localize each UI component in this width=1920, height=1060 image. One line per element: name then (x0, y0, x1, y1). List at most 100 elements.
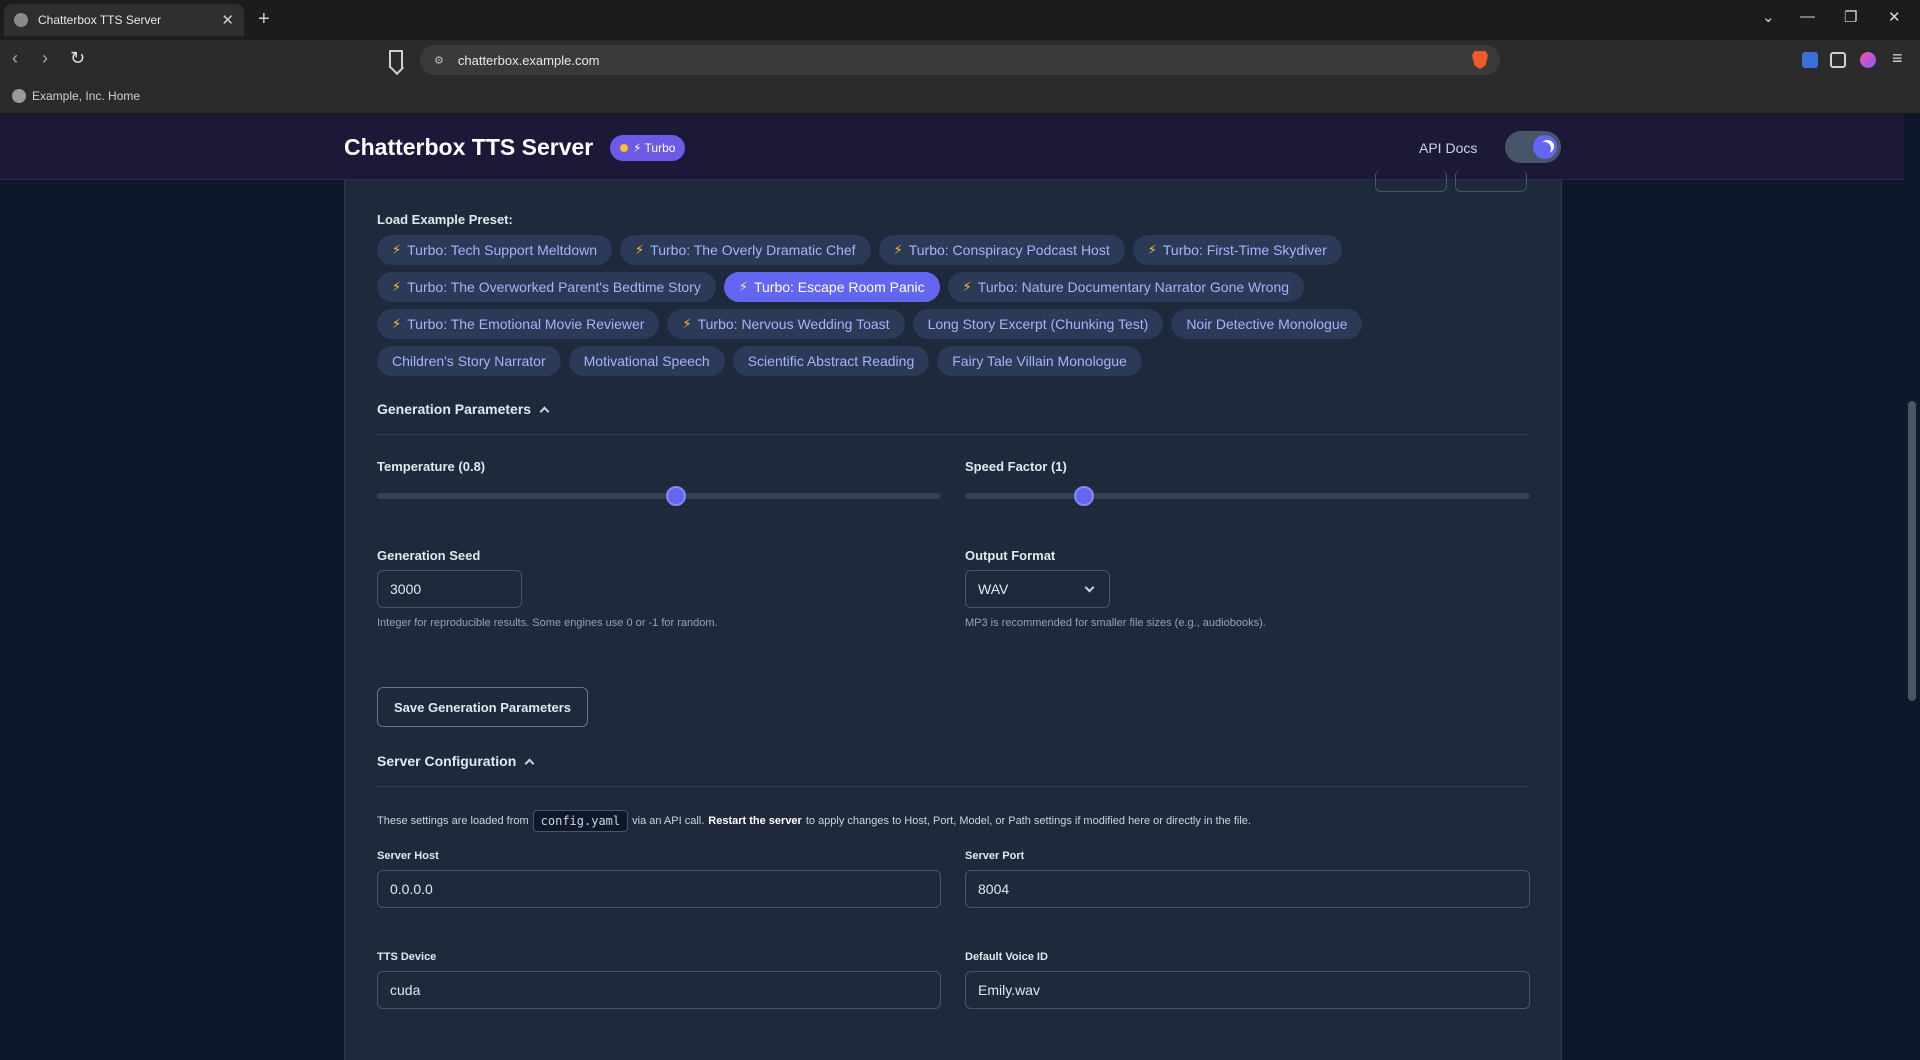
tab-title: Chatterbox TTS Server (38, 13, 162, 27)
preset-label: Fairy Tale Villain Monologue (952, 353, 1127, 369)
extension-shield-icon[interactable] (1802, 52, 1818, 68)
back-icon[interactable]: ‹ (12, 48, 18, 69)
temperature-slider[interactable] (377, 486, 941, 506)
config-note: These settings are loaded from config.ya… (377, 810, 1251, 832)
brave-shields-icon[interactable] (1472, 51, 1488, 69)
preset-button[interactable]: ⚡ Turbo: Nervous Wedding Toast (667, 309, 905, 339)
minimize-icon[interactable]: — (1800, 8, 1815, 25)
divider (377, 434, 1530, 435)
seed-input[interactable]: 3000 (377, 570, 522, 608)
site-settings-icon[interactable]: ⚙ (434, 54, 444, 67)
preset-label: Children's Story Narrator (392, 353, 546, 369)
preset-button[interactable]: ⚡ Turbo: Conspiracy Podcast Host (878, 235, 1125, 265)
reload-icon[interactable]: ↻ (70, 48, 85, 69)
seed-label: Generation Seed (377, 548, 481, 563)
turbo-badge: ⚡ Turbo (610, 135, 686, 161)
preset-button[interactable]: ⚡ Turbo: The Overly Dramatic Chef (620, 235, 871, 265)
browser-tab[interactable]: Chatterbox TTS Server ✕ (4, 4, 244, 36)
restore-icon[interactable]: ❐ (1844, 8, 1857, 26)
config-note-suffix: to apply changes to Host, Port, Model, o… (805, 815, 1251, 827)
window-close-icon[interactable]: ✕ (1888, 8, 1901, 26)
tab-search-icon[interactable]: ⌄ (1762, 8, 1775, 26)
preset-label: Turbo: Tech Support Meltdown (407, 242, 598, 258)
default-voice-label: Default Voice ID (965, 951, 1048, 963)
address-bar[interactable]: ⚙ chatterbox.example.com (420, 45, 1500, 75)
generation-section-title: Generation Parameters (377, 401, 532, 417)
speed-factor-slider[interactable] (965, 486, 1530, 506)
lightning-icon: ⚡ (1147, 242, 1157, 257)
temperature-slider-thumb[interactable] (665, 486, 686, 506)
preset-label: Turbo: Conspiracy Podcast Host (908, 242, 1110, 258)
page-scrollbar[interactable] (1904, 114, 1920, 1040)
config-file-name: config.yaml (532, 810, 629, 832)
preset-row: ⚡ Turbo: The Emotional Movie Reviewer ⚡ Tur… (377, 309, 1363, 339)
chevron-up-icon (524, 758, 535, 768)
seed-help-text: Integer for reproducible results. Some e… (377, 617, 718, 629)
preset-button[interactable]: ⚡ Turbo: Escape Room Panic (723, 272, 940, 302)
preset-button[interactable]: ⚡ Turbo: The Overworked Parent's Bedtime … (377, 272, 716, 302)
preset-label: Turbo: The Overworked Parent's Bedtime S… (407, 279, 701, 295)
server-host-input[interactable]: 0.0.0.0 (377, 870, 941, 908)
output-format-select[interactable]: WAV (965, 570, 1110, 608)
preset-button[interactable]: Noir Detective Monologue (1171, 309, 1363, 339)
forward-icon[interactable]: › (42, 48, 48, 69)
lightning-icon: ⚡ (392, 316, 402, 331)
preset-button[interactable]: ⚡ Turbo: First-Time Skydiver (1132, 235, 1342, 265)
generation-parameters-toggle[interactable]: Generation Parameters (377, 401, 550, 417)
theme-toggle[interactable] (1505, 131, 1561, 163)
preset-button[interactable]: ⚡ Turbo: The Emotional Movie Reviewer (377, 309, 660, 339)
default-voice-input[interactable]: Emily.wav (965, 971, 1530, 1009)
bookmark-icon[interactable] (389, 50, 403, 68)
config-note-mid: via an API call. (632, 815, 705, 827)
preset-button[interactable]: Fairy Tale Villain Monologue (937, 346, 1142, 376)
bookmarks-bar: Example, Inc. Home (0, 80, 1920, 114)
lightning-icon: ⚡ (392, 242, 402, 257)
temperature-label: Temperature (0.8) (377, 459, 486, 474)
menu-icon[interactable]: ≡ (1892, 48, 1903, 69)
preset-label: Turbo: Escape Room Panic (753, 279, 925, 295)
format-help-text: MP3 is recommended for smaller file size… (965, 617, 1266, 629)
preset-button[interactable]: Motivational Speech (568, 346, 725, 376)
app-header: Chatterbox TTS Server ⚡ Turbo API Docs (0, 114, 1904, 180)
status-dot-icon (620, 144, 628, 152)
globe-icon (12, 89, 26, 103)
preset-button[interactable]: Long Story Excerpt (Chunking Test) (912, 309, 1164, 339)
save-generation-parameters-button[interactable]: Save Generation Parameters (377, 687, 589, 727)
preset-button[interactable]: ⚡ Turbo: Tech Support Meltdown (377, 235, 613, 265)
preset-label: Turbo: Nervous Wedding Toast (697, 316, 890, 332)
close-tab-icon[interactable]: ✕ (221, 11, 234, 29)
server-port-input[interactable]: 8004 (965, 870, 1530, 908)
output-format-value: WAV (978, 581, 1009, 597)
extensions-puzzle-icon[interactable] (1830, 52, 1846, 68)
preset-button[interactable]: ⚡ Turbo: Nature Documentary Narrator Gone… (947, 272, 1305, 302)
settings-card: Load Example Preset: ⚡ Turbo: Tech Suppor… (344, 170, 1562, 1060)
scrollbar-thumb[interactable] (1908, 401, 1916, 701)
profile-icon[interactable] (1860, 52, 1876, 68)
api-docs-link[interactable]: API Docs (1419, 140, 1477, 156)
bookmark-label: Example, Inc. Home (32, 89, 141, 103)
divider (377, 786, 1530, 787)
partial-button[interactable] (1375, 170, 1447, 192)
tts-device-input[interactable]: cuda (377, 971, 941, 1009)
lightning-icon: ⚡ (635, 242, 645, 257)
speed-factor-slider-thumb[interactable] (1073, 486, 1094, 506)
preset-row: ⚡ Turbo: The Overworked Parent's Bedtime … (377, 272, 1305, 302)
preset-label: Turbo: First-Time Skydiver (1162, 242, 1327, 258)
globe-icon (14, 13, 28, 27)
new-tab-icon[interactable]: + (258, 8, 270, 31)
preset-row: Children's Story Narrator Motivational Sp… (377, 346, 1142, 376)
output-format-label: Output Format (965, 548, 1056, 563)
url-text: chatterbox.example.com (457, 52, 600, 68)
config-note-bold: Restart the server (708, 815, 802, 827)
server-configuration-toggle[interactable]: Server Configuration (377, 753, 535, 769)
config-note-prefix: These settings are loaded from (377, 815, 529, 827)
toggle-knob (1533, 135, 1557, 159)
preset-button[interactable]: Children's Story Narrator (377, 346, 561, 376)
preset-button[interactable]: Scientific Abstract Reading (732, 346, 930, 376)
partial-button[interactable] (1455, 170, 1527, 192)
bookmark-item[interactable]: Example, Inc. Home (12, 89, 140, 103)
preset-label: Turbo: The Overly Dramatic Chef (650, 242, 856, 258)
preset-row: ⚡ Turbo: Tech Support Meltdown ⚡ Turbo: The… (377, 235, 1342, 265)
preset-label: Turbo: The Emotional Movie Reviewer (407, 316, 645, 332)
server-host-label: Server Host (377, 850, 439, 862)
